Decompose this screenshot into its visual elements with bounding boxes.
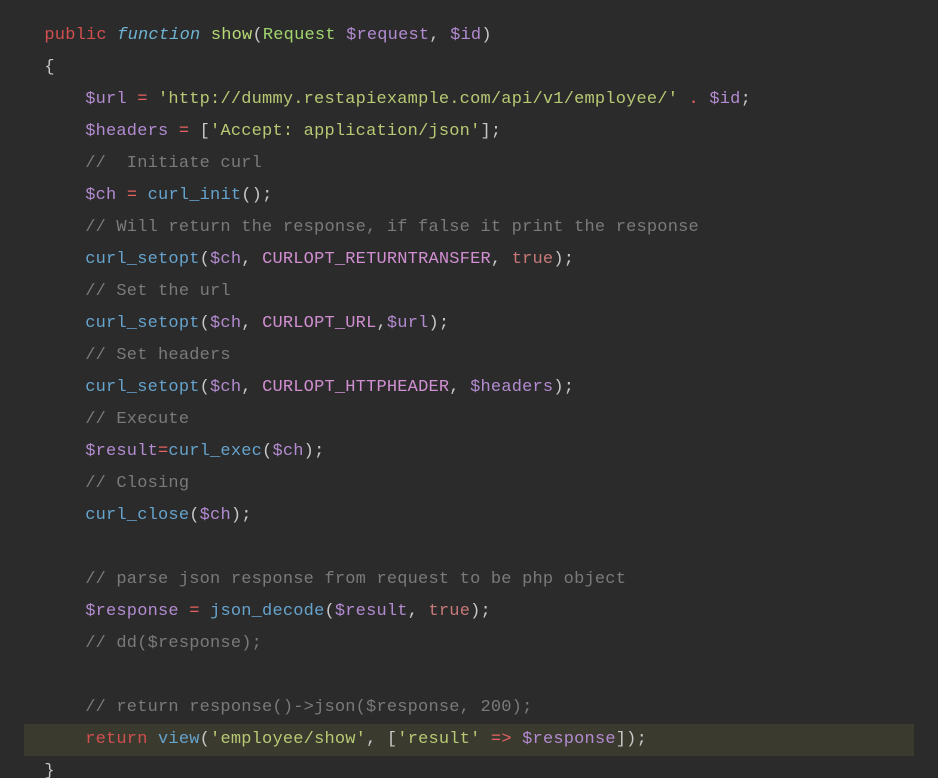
comment-execute: // Execute bbox=[85, 410, 189, 429]
fn-json-decode: json_decode bbox=[210, 602, 324, 621]
var-url: $url bbox=[85, 90, 127, 109]
const-url: CURLOPT_URL bbox=[262, 314, 376, 333]
var-headers: $headers bbox=[85, 122, 168, 141]
var-ch: $ch bbox=[85, 186, 116, 205]
const-returntransfer: CURLOPT_RETURNTRANSFER bbox=[262, 250, 491, 269]
fn-curl-setopt: curl_setopt bbox=[85, 250, 199, 269]
comment-dd: // dd($response); bbox=[85, 634, 262, 653]
function-name: show bbox=[211, 26, 253, 45]
fn-view: view bbox=[158, 730, 200, 749]
string-accept-header: 'Accept: application/json' bbox=[210, 122, 480, 141]
fn-curl-init: curl_init bbox=[148, 186, 242, 205]
comment-set-url: // Set the url bbox=[85, 282, 231, 301]
comment-return-json: // return response()->json($response, 20… bbox=[85, 698, 532, 717]
keyword-public: public bbox=[44, 26, 106, 45]
brace-close: } bbox=[44, 762, 54, 778]
comment-return-transfer: // Will return the response, if false it… bbox=[85, 218, 699, 237]
type-request: Request bbox=[263, 26, 336, 45]
var-response-ref: $response bbox=[522, 730, 616, 749]
string-result-key: 'result' bbox=[397, 730, 480, 749]
fn-curl-exec: curl_exec bbox=[168, 442, 262, 461]
brace-open: { bbox=[44, 58, 54, 77]
string-view-path: 'employee/show' bbox=[210, 730, 366, 749]
fn-curl-close: curl_close bbox=[85, 506, 189, 525]
code-block: public function show(Request $request, $… bbox=[0, 0, 938, 778]
keyword-function: function bbox=[117, 26, 200, 45]
var-response: $response bbox=[85, 602, 179, 621]
fn-curl-setopt: curl_setopt bbox=[85, 378, 199, 397]
highlighted-line: return view('employee/show', ['result' =… bbox=[24, 724, 914, 756]
comment-initiate: // Initiate curl bbox=[85, 154, 262, 173]
param-request: $request bbox=[346, 26, 429, 45]
bool-true: true bbox=[512, 250, 554, 269]
var-result: $result bbox=[85, 442, 158, 461]
fn-curl-setopt: curl_setopt bbox=[85, 314, 199, 333]
comment-set-headers: // Set headers bbox=[85, 346, 231, 365]
keyword-return: return bbox=[85, 730, 147, 749]
string-url: 'http://dummy.restapiexample.com/api/v1/… bbox=[158, 90, 678, 109]
const-httpheader: CURLOPT_HTTPHEADER bbox=[262, 378, 449, 397]
param-id: $id bbox=[450, 26, 481, 45]
comment-closing: // Closing bbox=[85, 474, 189, 493]
comment-parse-json: // parse json response from request to b… bbox=[85, 570, 626, 589]
var-id: $id bbox=[709, 90, 740, 109]
